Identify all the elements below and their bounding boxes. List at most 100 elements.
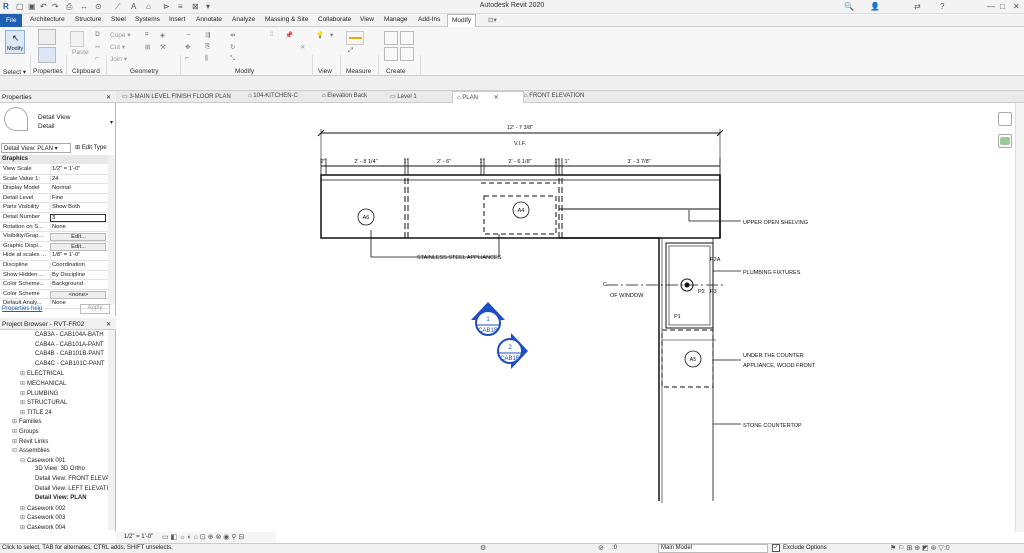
callout-2-ref[interactable]: CAB1B bbox=[500, 356, 520, 362]
expand-icon[interactable]: ⊞ bbox=[12, 438, 19, 445]
tag-a6[interactable]: A6 bbox=[363, 215, 370, 221]
tag-p2[interactable]: P2 bbox=[698, 289, 705, 295]
tab-addins[interactable]: Add-Ins bbox=[418, 16, 440, 23]
copy-icon[interactable]: ⧉ bbox=[95, 31, 100, 39]
tab-systems[interactable]: Systems bbox=[135, 16, 160, 23]
callout-1-ref[interactable]: CAB1B bbox=[478, 328, 498, 334]
tab-analyze[interactable]: Analyze bbox=[232, 16, 255, 23]
properties-icon[interactable] bbox=[38, 47, 56, 63]
create-parts-icon[interactable] bbox=[400, 31, 414, 45]
dimension-icon[interactable]: ⤢ bbox=[348, 47, 353, 55]
browser-tree-item[interactable]: ⊞ PLUMBING bbox=[20, 390, 58, 397]
tab-annotate[interactable]: Annotate bbox=[196, 16, 222, 23]
save-icon[interactable]: ▣ bbox=[28, 2, 36, 11]
expand-icon[interactable]: ⊞ bbox=[12, 428, 19, 435]
property-value[interactable]: Background bbox=[50, 281, 106, 288]
browser-tree-item[interactable]: Detail View: PLAN bbox=[28, 495, 87, 501]
tab-architecture[interactable]: Architecture bbox=[30, 16, 65, 23]
scale-icon[interactable]: ⤡ bbox=[230, 55, 235, 63]
property-value[interactable]: Fine bbox=[50, 194, 106, 201]
expand-icon[interactable]: ⊞ bbox=[20, 390, 27, 397]
edit-type-button[interactable]: ⊞ Edit Type bbox=[74, 143, 114, 153]
tab-main-level-plan[interactable]: ▭ 3-MAIN LEVEL FINISH FLOOR PLAN bbox=[122, 93, 231, 100]
property-value[interactable]: Edit... bbox=[50, 242, 106, 251]
join-button[interactable]: Join ▾ bbox=[110, 55, 127, 63]
close-browser-icon[interactable]: ✕ bbox=[106, 321, 111, 328]
exchange-icon[interactable]: ⇄ bbox=[914, 2, 921, 11]
type-dropdown-icon[interactable]: ▾ bbox=[110, 119, 113, 126]
browser-tree-item[interactable]: CAB3A - CAB104A-BATH bbox=[28, 332, 104, 338]
cope-button[interactable]: Cope ▾ bbox=[110, 31, 131, 39]
tab-options-icon[interactable]: ⊡▾ bbox=[488, 16, 497, 24]
expand-icon[interactable]: ⊞ bbox=[12, 418, 19, 425]
property-value[interactable]: <none> bbox=[50, 290, 106, 299]
view-controls-icons[interactable]: ▭ ◧ ☼ ◐ ⌂ ⊡ ⊕ ⊗ ◉ ⚲ ⊟ bbox=[162, 533, 244, 541]
view-override-icon[interactable]: ▾ bbox=[330, 31, 333, 39]
property-row[interactable]: Color Scheme... Background bbox=[0, 280, 108, 290]
tag-a5[interactable]: A5 bbox=[690, 357, 697, 363]
align-icon[interactable]: ⇔ bbox=[185, 31, 192, 38]
mirror-axis-icon[interactable]: ⇹ bbox=[230, 31, 235, 39]
close-icon[interactable]: ✕ bbox=[1013, 2, 1020, 11]
expand-icon[interactable]: ⊟ bbox=[20, 457, 27, 464]
tab-insert[interactable]: Insert bbox=[169, 16, 185, 23]
thin-lines-icon[interactable]: ≡ bbox=[178, 2, 183, 11]
property-value[interactable]: 24 bbox=[50, 175, 106, 182]
browser-tree-item[interactable]: ⊞ Casework 003 bbox=[20, 514, 65, 521]
steering-wheel-icon[interactable] bbox=[998, 112, 1012, 126]
tag-p3[interactable]: P3 bbox=[710, 289, 717, 295]
property-row[interactable]: Show Hidden ... By Discipline bbox=[0, 271, 108, 281]
view-hide-icon[interactable]: 💡 bbox=[316, 31, 324, 39]
tab-file[interactable]: File bbox=[0, 14, 23, 27]
browser-tree-item[interactable]: ⊞ Groups bbox=[12, 428, 39, 435]
property-row[interactable]: Discipline Coordination bbox=[0, 261, 108, 271]
close-hidden-icon[interactable]: ⊠ bbox=[192, 2, 199, 11]
property-value[interactable]: Normal bbox=[50, 185, 106, 192]
properties-help-link[interactable]: Properties help bbox=[2, 306, 42, 312]
expand-icon[interactable]: ⊞ bbox=[20, 409, 27, 416]
browser-tree-item[interactable]: Detail View: FRONT ELEVA bbox=[28, 476, 109, 482]
browser-tree-item[interactable]: ⊟ Casework 001 bbox=[20, 457, 65, 464]
split-icon[interactable]: ⫼ bbox=[205, 55, 208, 63]
property-row[interactable]: Hide at scales ... 1/8" = 1'-0" bbox=[0, 251, 108, 261]
exclude-options-checkbox[interactable]: ✓ bbox=[772, 544, 780, 552]
property-value[interactable]: 1/8" = 1'-0" bbox=[50, 252, 106, 259]
browser-tree-item[interactable]: 3D View: 3D Ortho bbox=[28, 466, 85, 472]
cut-icon[interactable]: ✂ bbox=[95, 43, 100, 51]
text-icon[interactable]: A bbox=[131, 2, 136, 11]
instance-selector[interactable]: Detail View: PLAN ▾ bbox=[1, 143, 71, 153]
tab-massing[interactable]: Massing & Site bbox=[265, 16, 308, 23]
print-icon[interactable]: ⎙ bbox=[66, 2, 72, 12]
array-icon[interactable]: ⁞⁞ bbox=[270, 31, 274, 38]
tag-a4[interactable]: A4 bbox=[518, 208, 525, 214]
props-scrollbar[interactable] bbox=[108, 155, 115, 305]
expand-icon[interactable]: ⊟ bbox=[12, 447, 19, 454]
browser-tree-item[interactable]: ⊞ STRUCTURAL bbox=[20, 399, 67, 406]
apply-button[interactable]: Apply bbox=[80, 304, 110, 314]
property-row[interactable]: Detail Level Fine bbox=[0, 194, 108, 204]
property-value[interactable]: 1/2" = 1'-0" bbox=[50, 166, 106, 172]
minimize-icon[interactable]: — bbox=[987, 2, 995, 11]
wall-joins-icon[interactable]: ⌗ bbox=[145, 31, 149, 39]
property-row[interactable]: Graphic Displ... Edit... bbox=[0, 242, 108, 252]
tab-kitchen[interactable]: ⌂ 104-KITCHEN-C bbox=[248, 93, 298, 99]
tag-p1[interactable]: P1 bbox=[674, 314, 681, 320]
browser-tree-item[interactable]: Detail View: LEFT ELEVATI bbox=[28, 486, 108, 492]
canvas-scrollbar[interactable] bbox=[1015, 103, 1024, 532]
close-panel-icon[interactable]: ✕ bbox=[106, 94, 111, 101]
selection-filter-icons[interactable]: ⚑ ⚐ ⊞ ⊕ ◩ ⊛ ▽:0 bbox=[890, 544, 950, 552]
property-row[interactable]: Detail Number 3 bbox=[0, 213, 108, 223]
tag-qat-icon[interactable]: ⊙ bbox=[95, 2, 102, 11]
maximize-icon[interactable]: □ bbox=[1000, 2, 1005, 11]
undo-icon[interactable]: ↶ bbox=[40, 2, 47, 11]
property-row[interactable]: Scale Value 1: 24 bbox=[0, 175, 108, 185]
measure-qat-icon[interactable]: ↔ bbox=[80, 2, 88, 11]
demolish-icon[interactable]: ⚒ bbox=[160, 43, 166, 51]
match-props-icon[interactable]: ⌐ bbox=[95, 55, 99, 62]
paste-icon[interactable] bbox=[70, 31, 84, 47]
select-group-label[interactable]: Select ▾ bbox=[3, 68, 26, 76]
open-icon[interactable]: ▢ bbox=[16, 2, 24, 11]
switch-windows-icon[interactable]: ▾ bbox=[206, 2, 210, 11]
redo-icon[interactable]: ↷ bbox=[52, 2, 59, 11]
drawing-canvas[interactable]: 12' - 7 3/8" V.I.F. 2" 2' - 8 1/4" 1" 2'… bbox=[116, 103, 1015, 532]
